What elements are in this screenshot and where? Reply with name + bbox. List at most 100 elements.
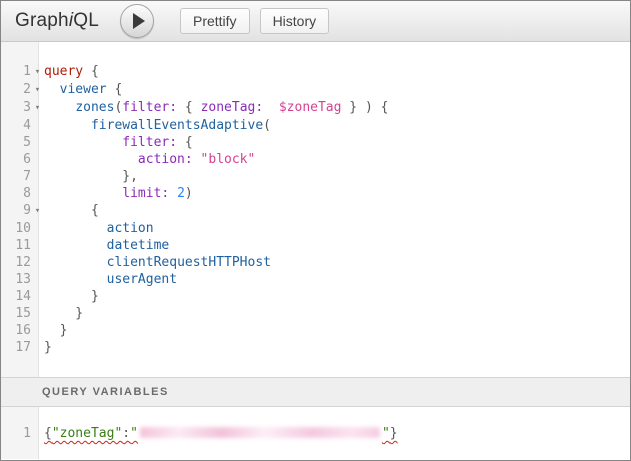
logo-text: Graph bbox=[15, 10, 69, 31]
code-text: action bbox=[44, 220, 630, 237]
fold-arrow-icon[interactable]: ▾ bbox=[31, 81, 44, 99]
code-line[interactable]: 15 } bbox=[1, 305, 630, 322]
fold-arrow-icon[interactable]: ▾ bbox=[31, 99, 44, 117]
line-number: 17 bbox=[1, 339, 31, 356]
query-editor[interactable]: 1▾query {2▾ viewer {3▾ zones(filter: { z… bbox=[1, 42, 630, 377]
token: : bbox=[122, 426, 130, 441]
fold-arrow-icon[interactable]: ▾ bbox=[31, 202, 44, 220]
token bbox=[44, 255, 107, 270]
token: } bbox=[44, 340, 52, 355]
line-number: 14 bbox=[1, 288, 31, 305]
token bbox=[44, 221, 107, 236]
token: 2 bbox=[177, 186, 185, 201]
line-number: 10 bbox=[1, 220, 31, 237]
token bbox=[44, 100, 75, 115]
code-line[interactable]: 16 } bbox=[1, 322, 630, 339]
code-line[interactable]: 12 clientRequestHTTPHost bbox=[1, 254, 630, 271]
line-number: 1 bbox=[1, 63, 31, 81]
token bbox=[44, 272, 107, 287]
fold-gutter-spacer bbox=[31, 425, 44, 442]
token: "block" bbox=[201, 152, 256, 167]
code-text: userAgent bbox=[44, 271, 630, 288]
code-text: viewer { bbox=[44, 81, 630, 99]
token bbox=[169, 186, 177, 201]
token: { bbox=[107, 82, 123, 97]
fold-gutter-spacer bbox=[31, 237, 44, 254]
fold-gutter-spacer bbox=[31, 339, 44, 356]
logo-text: QL bbox=[73, 10, 99, 31]
history-button[interactable]: History bbox=[260, 8, 330, 34]
code-line[interactable]: 13 userAgent bbox=[1, 271, 630, 288]
code-text: } bbox=[44, 305, 630, 322]
line-number: 12 bbox=[1, 254, 31, 271]
token: } bbox=[44, 323, 67, 338]
query-variables-header[interactable]: QUERY VARIABLES bbox=[1, 377, 630, 407]
token: userAgent bbox=[107, 272, 177, 287]
token bbox=[44, 82, 60, 97]
token: } bbox=[44, 306, 83, 321]
code-line[interactable]: 6 action: "block" bbox=[1, 151, 630, 168]
code-line[interactable]: 11 datetime bbox=[1, 237, 630, 254]
token: query bbox=[44, 64, 83, 79]
code-text: zones(filter: { zoneTag: $zoneTag } ) { bbox=[44, 99, 630, 117]
line-number: 9 bbox=[1, 202, 31, 220]
token: $zoneTag bbox=[279, 100, 342, 115]
line-number: 4 bbox=[1, 117, 31, 134]
token: }, bbox=[44, 169, 138, 184]
code-text: { bbox=[44, 202, 630, 220]
code-line[interactable]: 14 } bbox=[1, 288, 630, 305]
code-text: action: "block" bbox=[44, 151, 630, 168]
token: } bbox=[390, 426, 398, 441]
token: } ) { bbox=[341, 100, 388, 115]
token: filter: bbox=[122, 100, 177, 115]
code-text: firewallEventsAdaptive( bbox=[44, 117, 630, 134]
fold-gutter-spacer bbox=[31, 254, 44, 271]
line-number: 6 bbox=[1, 151, 31, 168]
token: " bbox=[130, 426, 138, 441]
code-line[interactable]: 3▾ zones(filter: { zoneTag: $zoneTag } )… bbox=[1, 99, 630, 117]
code-text: filter: { bbox=[44, 134, 630, 151]
token bbox=[263, 100, 279, 115]
token bbox=[44, 238, 107, 253]
code-line[interactable]: 8 limit: 2) bbox=[1, 185, 630, 202]
code-text: } bbox=[44, 288, 630, 305]
code-text: clientRequestHTTPHost bbox=[44, 254, 630, 271]
code-line[interactable]: 7 }, bbox=[1, 168, 630, 185]
line-number: 11 bbox=[1, 237, 31, 254]
code-text: }, bbox=[44, 168, 630, 185]
code-line[interactable]: 4 firewallEventsAdaptive( bbox=[1, 117, 630, 134]
token: clientRequestHTTPHost bbox=[107, 255, 271, 270]
execute-query-button[interactable] bbox=[120, 4, 154, 38]
line-number: 7 bbox=[1, 168, 31, 185]
code-line[interactable]: 1▾query { bbox=[1, 63, 630, 81]
fold-gutter-spacer bbox=[31, 288, 44, 305]
fold-gutter-spacer bbox=[31, 117, 44, 134]
code-text: datetime bbox=[44, 237, 630, 254]
fold-gutter-spacer bbox=[31, 305, 44, 322]
code-line[interactable]: 5 filter: { bbox=[1, 134, 630, 151]
token: ) bbox=[185, 186, 193, 201]
code-line[interactable]: 9▾ { bbox=[1, 202, 630, 220]
redacted-value bbox=[140, 427, 380, 438]
token: { bbox=[44, 426, 52, 441]
token: { bbox=[177, 100, 200, 115]
code-text: {"zoneTag":""} bbox=[44, 425, 630, 442]
fold-gutter-spacer bbox=[31, 322, 44, 339]
token: ( bbox=[263, 118, 271, 133]
code-line[interactable]: 2▾ viewer { bbox=[1, 81, 630, 99]
token bbox=[44, 152, 138, 167]
token: " bbox=[382, 426, 390, 441]
code-line[interactable]: 10 action bbox=[1, 220, 630, 237]
code-line[interactable]: 1{"zoneTag":""} bbox=[1, 425, 630, 442]
code-line[interactable]: 17} bbox=[1, 339, 630, 356]
fold-arrow-icon[interactable]: ▾ bbox=[31, 63, 44, 81]
token: filter: bbox=[122, 135, 177, 150]
token: } bbox=[44, 289, 99, 304]
prettify-button[interactable]: Prettify bbox=[180, 8, 250, 34]
token: { bbox=[177, 135, 193, 150]
token: zones bbox=[75, 100, 114, 115]
play-icon bbox=[133, 13, 145, 29]
variables-editor[interactable]: 1{"zoneTag":""} bbox=[1, 407, 630, 459]
token: "zoneTag" bbox=[52, 426, 122, 441]
line-number: 8 bbox=[1, 185, 31, 202]
